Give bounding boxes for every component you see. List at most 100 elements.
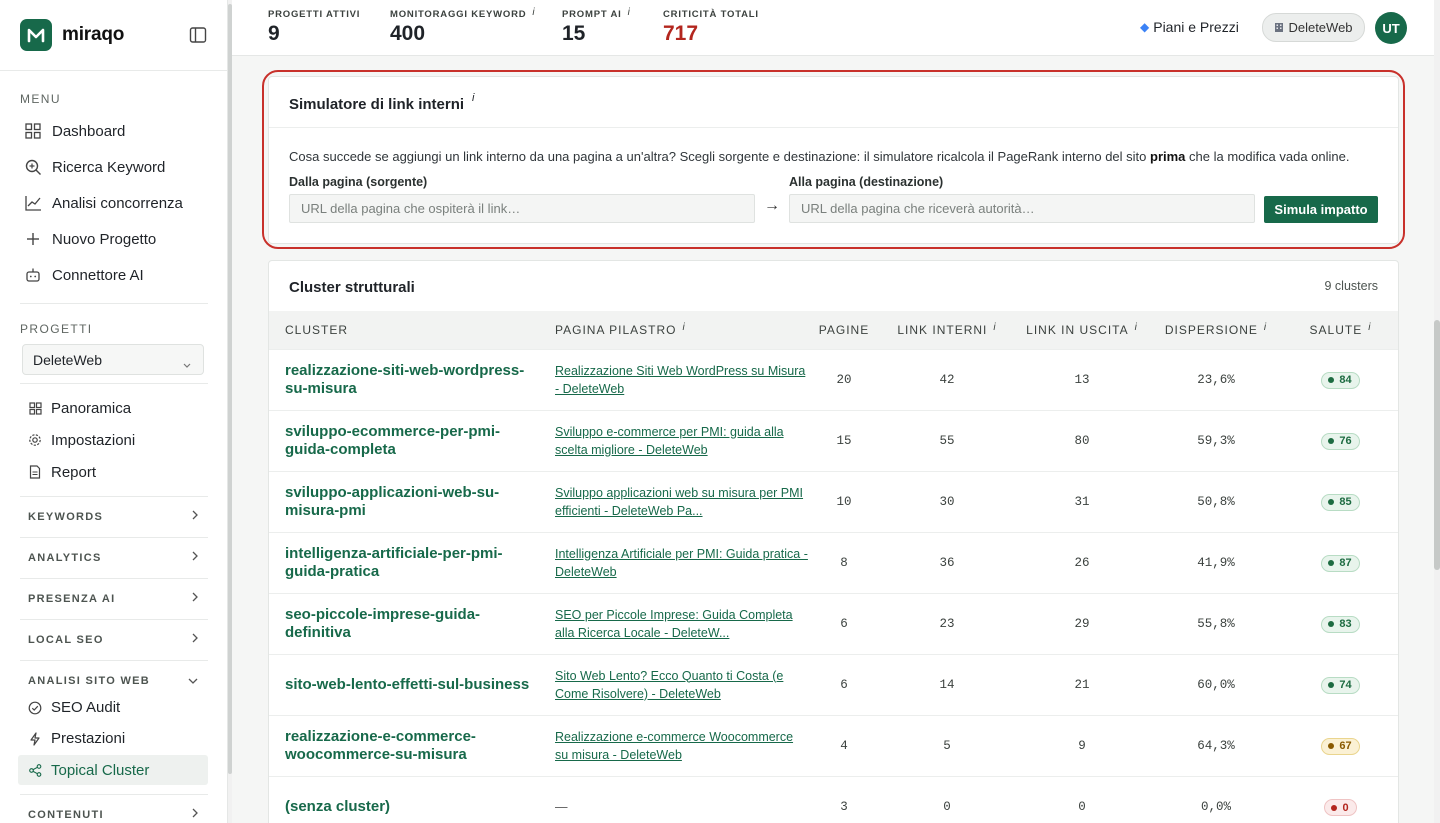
info-icon[interactable]: i xyxy=(1264,322,1267,333)
grid-small-icon xyxy=(28,401,42,415)
col-label: LINK IN USCITA xyxy=(1026,322,1129,337)
group-presenza-ai[interactable]: PRESENZA AI xyxy=(20,578,208,618)
cluster-name[interactable]: realizzazione-e-commerce-woocommerce-su-… xyxy=(269,714,539,776)
health-value: 76 xyxy=(1339,435,1352,448)
nav-item-seo-audit[interactable]: SEO Audit xyxy=(0,692,228,723)
nav-item-report[interactable]: Report xyxy=(0,456,228,488)
nav-item-analisi-concorrenza[interactable]: Analisi concorrenza xyxy=(0,185,228,221)
nav-label: Ricerca Keyword xyxy=(52,158,166,176)
pillar-page-link[interactable]: SEO per Piccole Imprese: Guida Completa … xyxy=(539,592,809,654)
col-cluster[interactable]: CLUSTER xyxy=(269,311,539,349)
project-select[interactable]: DeleteWeb xyxy=(22,344,204,375)
info-icon[interactable]: i xyxy=(993,322,996,333)
desc-text: Cosa succede se aggiungi un link interno… xyxy=(289,149,1151,164)
source-url-input[interactable] xyxy=(289,194,755,223)
cluster-name[interactable]: seo-piccole-imprese-guida-definitiva xyxy=(269,592,539,654)
stat-prompt-ai: PROMPT AI i 15 xyxy=(562,7,631,46)
pages-cell: 15 xyxy=(809,409,879,471)
destination-label: Alla pagina (destinazione) xyxy=(789,175,944,189)
nav-item-impostazioni[interactable]: Impostazioni xyxy=(0,424,228,456)
health-cell: 0 xyxy=(1283,775,1398,823)
group-label: PRESENZA AI xyxy=(28,592,116,605)
info-icon[interactable]: i xyxy=(628,7,631,18)
miraqo-logo-icon[interactable] xyxy=(20,19,52,51)
status-dot-icon xyxy=(1328,499,1335,506)
chart-line-icon xyxy=(24,194,42,212)
pillar-page-empty: — xyxy=(539,775,809,823)
workspace-button[interactable]: DeleteWeb xyxy=(1262,13,1365,42)
nav-item-panoramica[interactable]: Panoramica xyxy=(0,392,228,424)
stat-value: 400 xyxy=(390,22,426,45)
cluster-name[interactable]: intelligenza-artificiale-per-pmi-guida-p… xyxy=(269,531,539,593)
plus-icon xyxy=(24,230,42,248)
info-icon[interactable]: i xyxy=(1135,322,1138,333)
pillar-page-link[interactable]: Sito Web Lento? Ecco Quanto ti Costa (e … xyxy=(539,653,809,715)
col-link-interni[interactable]: LINK INTERNI i xyxy=(879,311,1015,349)
internal-links-cell: 0 xyxy=(879,775,1015,823)
nav-item-ricerca-keyword[interactable]: Ricerca Keyword xyxy=(0,149,228,185)
dispersion-cell: 41,9% xyxy=(1149,531,1283,593)
col-pagine[interactable]: PAGINE xyxy=(809,311,879,349)
clusters-count: 9 clusters xyxy=(1324,279,1379,293)
pages-cell: 4 xyxy=(809,714,879,776)
nav-item-topical-cluster[interactable]: Topical Cluster xyxy=(18,755,208,785)
pillar-page-link[interactable]: Intelligenza Artificiale per PMI: Guida … xyxy=(539,531,809,593)
main-content: PROGETTI ATTIVI 9 MONITORAGGI KEYWORD i 4… xyxy=(232,0,1440,823)
chevron-down-icon xyxy=(188,675,198,687)
pages-cell: 20 xyxy=(809,348,879,410)
outgoing-links-cell: 9 xyxy=(1015,714,1149,776)
sidebar-toggle-icon[interactable] xyxy=(189,26,207,44)
project-nav: Panoramica Impostazioni Report xyxy=(0,392,228,488)
pillar-page-link[interactable]: Realizzazione Siti Web WordPress su Misu… xyxy=(539,348,809,410)
plans-link[interactable]: ◆ Piani e Prezzi xyxy=(1140,19,1239,35)
pillar-page-link[interactable]: Sviluppo e-commerce per PMI: guida alla … xyxy=(539,409,809,471)
simulate-impact-button[interactable]: Simula impatto xyxy=(1264,196,1378,223)
search-icon xyxy=(24,158,42,176)
col-dispersione[interactable]: DISPERSIONE i xyxy=(1149,311,1283,349)
cluster-name[interactable]: sviluppo-applicazioni-web-su-misura-pmi xyxy=(269,470,539,532)
cluster-name[interactable]: sviluppo-ecommerce-per-pmi-guida-complet… xyxy=(269,409,539,471)
stat-value: 15 xyxy=(562,22,586,45)
health-value: 84 xyxy=(1339,374,1352,387)
dispersion-cell: 0,0% xyxy=(1149,775,1283,823)
main-scrollbar[interactable] xyxy=(1434,0,1440,823)
internal-links-cell: 5 xyxy=(879,714,1015,776)
group-analytics[interactable]: ANALYTICS xyxy=(20,537,208,577)
cluster-name[interactable]: sito-web-lento-effetti-sul-business xyxy=(269,653,539,715)
main-scrollbar-thumb[interactable] xyxy=(1434,320,1440,570)
topbar: PROGETTI ATTIVI 9 MONITORAGGI KEYWORD i 4… xyxy=(232,0,1440,56)
outgoing-links-cell: 13 xyxy=(1015,348,1149,410)
stat-label-text: PROGETTI ATTIVI xyxy=(268,9,361,20)
nav-label: Panoramica xyxy=(51,399,132,417)
nav-item-prestazioni[interactable]: Prestazioni xyxy=(0,723,228,754)
table-row: seo-piccole-imprese-guida-definitiva SEO… xyxy=(269,592,1398,654)
info-icon[interactable]: i xyxy=(532,7,535,18)
avatar[interactable]: UT xyxy=(1375,12,1407,44)
cluster-name[interactable]: (senza cluster) xyxy=(269,775,539,823)
group-keywords[interactable]: KEYWORDS xyxy=(20,496,208,536)
info-icon[interactable]: i xyxy=(472,92,474,104)
robot-icon xyxy=(24,266,42,284)
destination-url-input[interactable] xyxy=(789,194,1255,223)
col-salute[interactable]: SALUTE i xyxy=(1283,311,1398,349)
nav-item-connettore-ai[interactable]: Connettore AI xyxy=(0,257,228,293)
pages-cell: 8 xyxy=(809,531,879,593)
nav-item-nuovo-progetto[interactable]: Nuovo Progetto xyxy=(0,221,228,257)
col-pagina-pilastro[interactable]: PAGINA PILASTRO i xyxy=(539,311,809,349)
pillar-page-link[interactable]: Realizzazione e-commerce Woocommerce su … xyxy=(539,714,809,776)
info-icon[interactable]: i xyxy=(1368,322,1371,333)
col-link-in-uscita[interactable]: LINK IN USCITA i xyxy=(1015,311,1149,349)
desc-bold: prima xyxy=(1150,149,1186,164)
group-local-seo[interactable]: LOCAL SEO xyxy=(20,619,208,659)
dispersion-cell: 64,3% xyxy=(1149,714,1283,776)
info-icon[interactable]: i xyxy=(682,322,685,333)
internal-links-cell: 14 xyxy=(879,653,1015,715)
grid-icon xyxy=(24,122,42,140)
health-cell: 87 xyxy=(1283,531,1398,593)
nav-label: Dashboard xyxy=(52,122,126,140)
cluster-name[interactable]: realizzazione-siti-web-wordpress-su-misu… xyxy=(269,348,539,410)
pillar-page-link[interactable]: Sviluppo applicazioni web su misura per … xyxy=(539,470,809,532)
table-row: sviluppo-ecommerce-per-pmi-guida-complet… xyxy=(269,409,1398,471)
group-contenuti[interactable]: CONTENUTI xyxy=(20,794,208,823)
nav-item-dashboard[interactable]: Dashboard xyxy=(0,113,228,149)
